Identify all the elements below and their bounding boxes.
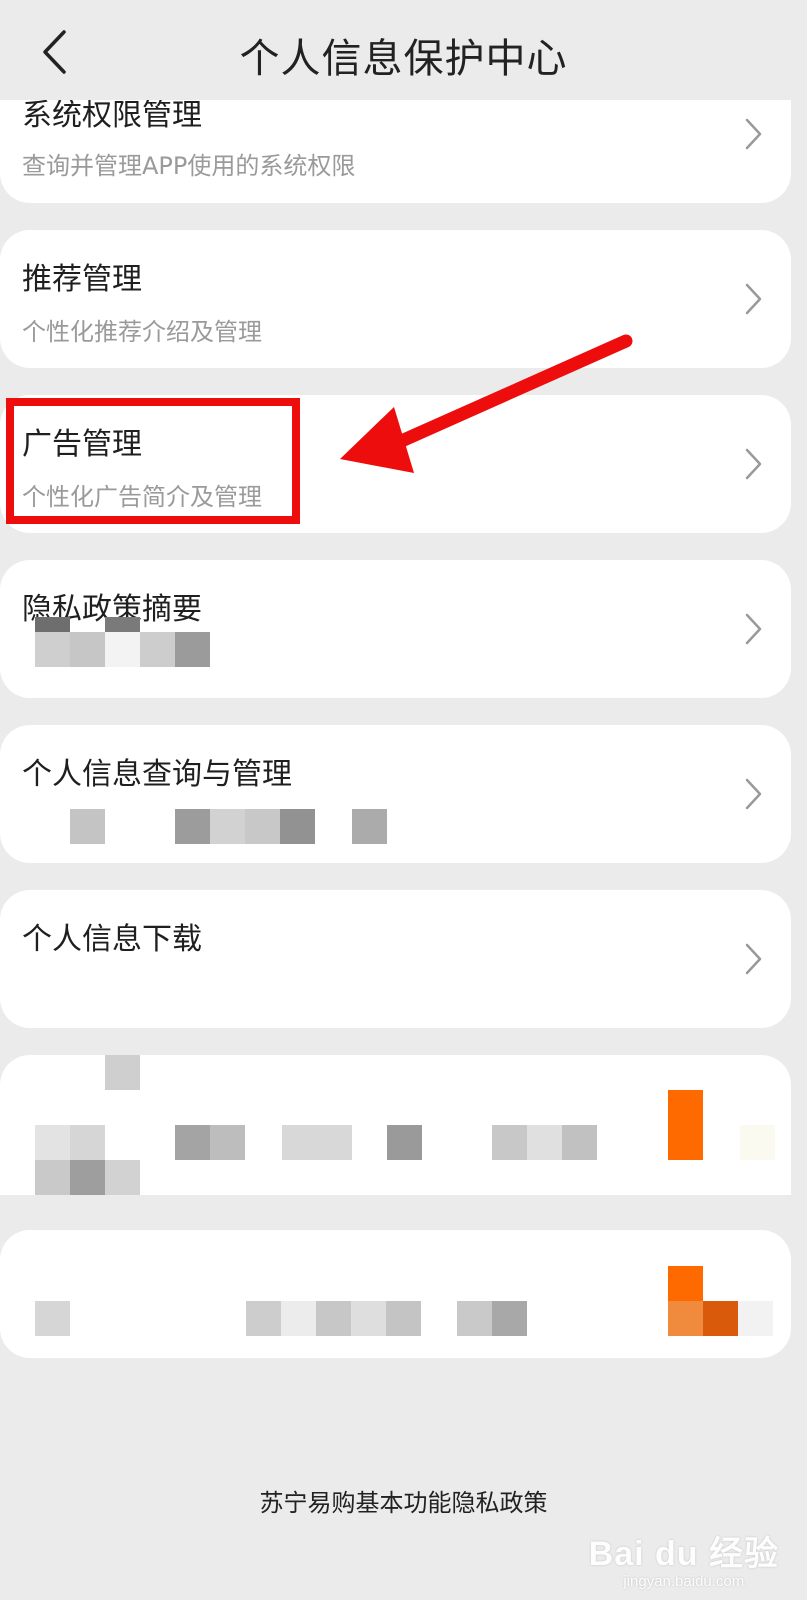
- basic-privacy-policy-link[interactable]: 苏宁易购基本功能隐私政策: [0, 1483, 807, 1518]
- card-title: 个人信息查询与管理: [22, 757, 292, 792]
- chevron-right-icon: [745, 613, 762, 645]
- chevron-right-icon: [745, 283, 762, 315]
- pixelated-card[interactable]: [0, 1055, 791, 1195]
- card-title: 推荐管理: [22, 262, 142, 297]
- card-title: 个人信息下载: [22, 922, 202, 957]
- personal-info-query-card[interactable]: 个人信息查询与管理: [0, 725, 791, 863]
- chevron-right-icon: [745, 118, 762, 149]
- privacy-summary-card[interactable]: 隐私政策摘要: [0, 560, 791, 698]
- chevron-right-icon: [745, 448, 762, 480]
- pixelated-card[interactable]: [0, 1230, 791, 1358]
- chevron-right-icon: [745, 943, 762, 975]
- personal-info-download-card[interactable]: 个人信息下载: [0, 890, 791, 1028]
- watermark-main: Bai du 经验: [588, 1535, 779, 1573]
- blurred-text: [35, 617, 211, 667]
- chevron-right-icon: [745, 778, 762, 810]
- card-subtitle: 个性化推荐介绍及管理: [22, 318, 262, 346]
- annotation-highlight-box: [6, 398, 300, 524]
- blurred-text: [70, 809, 390, 844]
- card-subtitle: 查询并管理APP使用的系统权限: [22, 152, 356, 180]
- blurred-text: [0, 1230, 791, 1358]
- annotation-arrow-icon: [340, 334, 633, 473]
- baidu-jingyan-watermark: Bai du 经验 jingyan.baidu.com: [589, 1526, 779, 1590]
- blurred-text: [0, 1055, 791, 1195]
- top-bar: 个人信息保护中心: [0, 0, 807, 100]
- page-title: 个人信息保护中心: [239, 36, 568, 82]
- watermark-sub: jingyan.baidu.com: [623, 1573, 745, 1590]
